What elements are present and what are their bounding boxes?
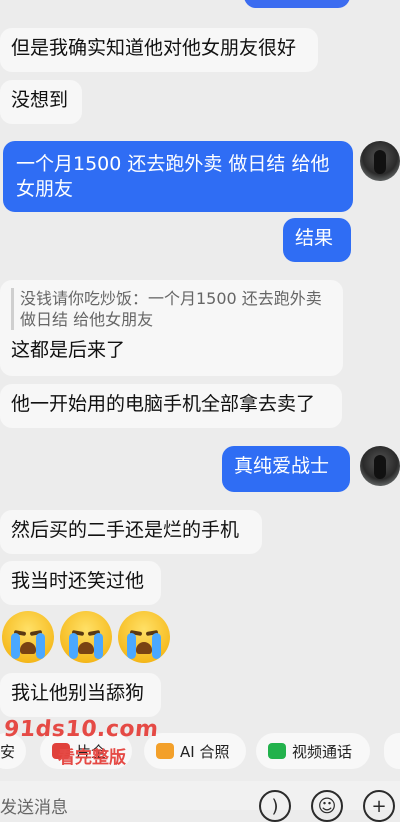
incoming-message: 但是我确实知道他对他女朋友很好 (0, 28, 318, 72)
message-text: 没想到 (11, 89, 69, 111)
message-text: 我让他别当舔狗 (11, 682, 145, 704)
emoji-message (2, 611, 170, 663)
incoming-message: 然后买的二手还是烂的手机 (0, 510, 262, 554)
outgoing-message: 真纯爱战士 (222, 446, 350, 492)
message-text: 结果 (295, 227, 334, 249)
watermark-caption: 看完整版 (58, 748, 126, 768)
site-watermark: 91ds10.com (2, 717, 160, 742)
message-text: 这都是后来了 (11, 339, 126, 361)
previous-outgoing-bubble (244, 0, 350, 8)
incoming-message: 我当时还笑过他 (0, 561, 161, 605)
message-text: 真纯爱战士 (234, 455, 330, 477)
video-camera-icon (268, 743, 286, 759)
message-text: 一个月1500 还去跑外卖 做日结 给他女朋友 (16, 153, 330, 200)
message-text: 我当时还笑过他 (11, 570, 145, 592)
incoming-message: 他一开始用的电脑手机全部拿去卖了 (0, 384, 342, 428)
chip-label: AI 合照 (180, 742, 230, 761)
video-call-chip[interactable]: 视频通话 (256, 733, 370, 769)
quoted-message[interactable]: 没钱请你吃炒饭：一个月1500 还去跑外卖 做日结 给他女朋友 (11, 288, 332, 330)
contact-avatar[interactable] (360, 141, 400, 181)
emoji-icon[interactable]: ☺ (311, 790, 343, 822)
message-text: 但是我确实知道他对他女朋友很好 (11, 37, 297, 59)
message-composer: 发送消息 ) ☺ + (0, 781, 400, 822)
incoming-message: 没想到 (0, 80, 82, 124)
image-icon (156, 743, 174, 759)
loudly-crying-face-icon (60, 611, 112, 663)
outgoing-message: 结果 (283, 218, 351, 262)
loudly-crying-face-icon (118, 611, 170, 663)
chip-label: 视频通话 (292, 742, 353, 761)
message-text: 他一开始用的电脑手机全部拿去卖了 (11, 393, 316, 415)
loudly-crying-face-icon (2, 611, 54, 663)
chip-label: 安 (0, 742, 16, 761)
voice-icon[interactable]: ) (259, 790, 291, 822)
plus-icon[interactable]: + (363, 790, 395, 822)
outgoing-message: 一个月1500 还去跑外卖 做日结 给他女朋友 (3, 141, 353, 212)
quick-action-chip[interactable] (384, 733, 400, 769)
message-input[interactable]: 发送消息 (0, 793, 68, 818)
incoming-message: 我让他别当舔狗 (0, 673, 161, 717)
message-text: 然后买的二手还是烂的手机 (11, 519, 240, 541)
incoming-message-with-quote: 没钱请你吃炒饭：一个月1500 还去跑外卖 做日结 给他女朋友 这都是后来了 (0, 280, 343, 376)
ai-photo-chip[interactable]: AI 合照 (144, 733, 246, 769)
contact-avatar[interactable] (360, 446, 400, 486)
